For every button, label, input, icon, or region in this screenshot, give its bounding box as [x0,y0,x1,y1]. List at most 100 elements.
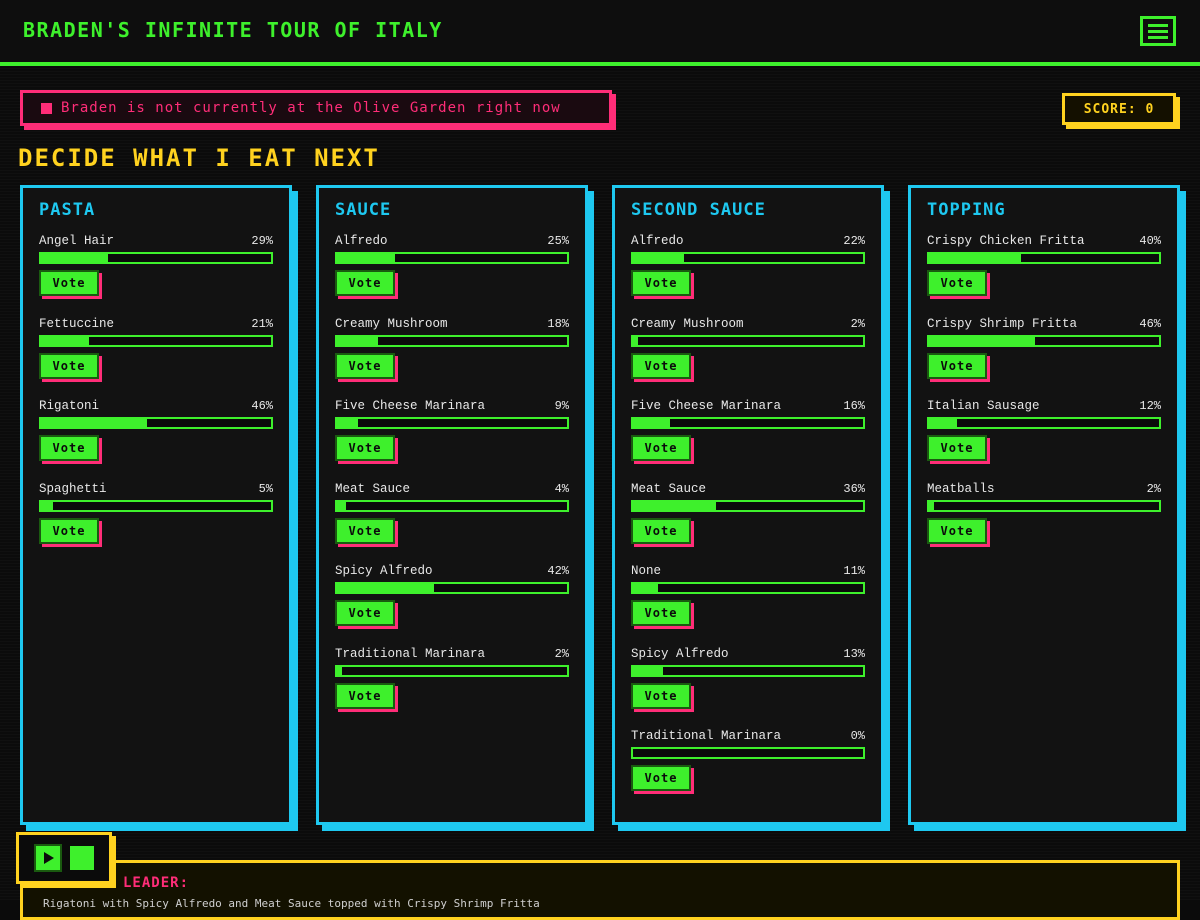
option-item: Alfredo 22% Vote [631,234,865,296]
vote-button[interactable]: Vote [927,435,987,461]
option-name: Creamy Mushroom [335,316,448,331]
vote-button[interactable]: Vote [335,517,395,544]
option-item: Spicy Alfredo 13% Vote [631,647,865,709]
progress-bar [335,334,569,347]
option-item: Alfredo 25% Vote [335,234,569,296]
option-percent: 29% [251,234,273,248]
progress-bar-fill [41,336,90,345]
page-heading: DECIDE WHAT I EAT NEXT [18,144,380,172]
option-percent: 2% [850,316,865,331]
progress-bar-fill [929,419,957,427]
vote-button[interactable]: Vote [631,765,691,791]
progress-bar-fill [337,666,342,675]
play-icon [44,852,54,864]
progress-bar [927,417,1161,429]
vote-button[interactable]: Vote [39,435,99,461]
option-percent: 46% [251,399,273,413]
score-display: SCORE: 0 [1062,93,1176,125]
option-item: Rigatoni 46% Vote [39,399,273,461]
column-topping: TOPPING Crispy Chicken Fritta 40% Vote Crisp… [908,185,1180,825]
option-percent: 21% [251,316,273,331]
leader-panel: LEADER: Rigatoni with Spicy Alfredo and … [20,860,1180,920]
vote-button[interactable]: Vote [927,270,987,296]
option-row: Traditional Marinara 2% [335,647,569,661]
column-pasta: PASTA Angel Hair 29% Vote Fettuccine 21% Vote R… [20,185,292,825]
progress-bar-fill [633,254,684,262]
column-title: SECOND SAUCE [631,200,766,220]
option-percent: 2% [1146,481,1161,496]
progress-bar-fill [633,666,663,675]
option-name: Meat Sauce [631,481,707,496]
leader-label: LEADER: [123,875,190,891]
progress-bar [927,252,1161,264]
progress-bar [927,499,1161,512]
menu-button[interactable] [1140,16,1176,46]
option-item: Spicy Alfredo 42% Vote [335,564,569,626]
option-percent: 9% [554,399,569,413]
vote-button[interactable]: Vote [335,435,395,461]
progress-bar [335,252,569,264]
vote-button[interactable]: Vote [39,517,99,544]
option-item: Traditional Marinara 2% Vote [335,647,569,709]
vote-button[interactable]: Vote [631,682,691,709]
option-item: Meat Sauce 36% Vote [631,482,865,544]
option-row: Alfredo 25% [335,234,569,248]
column-title: PASTA [39,200,96,220]
progress-bar-fill [633,336,638,345]
option-percent: 4% [554,481,569,496]
play-button[interactable] [34,844,62,872]
progress-bar [39,334,273,347]
progress-bar [335,417,569,429]
vote-button[interactable]: Vote [39,352,99,379]
stop-button[interactable] [70,846,94,870]
vote-button[interactable]: Vote [927,352,987,379]
option-name: None [631,564,662,578]
option-name: Crispy Chicken Fritta [927,234,1085,248]
option-row: Five Cheese Marinara 16% [631,399,865,413]
progress-bar-fill [929,336,1035,345]
vote-button[interactable]: Vote [631,352,691,379]
option-item: Five Cheese Marinara 16% Vote [631,399,865,461]
option-item: Creamy Mushroom 2% Vote [631,317,865,379]
column-title: SAUCE [335,200,392,220]
vote-button[interactable]: Vote [631,270,691,296]
option-row: Meat Sauce 4% [335,482,569,496]
vote-button[interactable]: Vote [39,270,99,296]
vote-button[interactable]: Vote [335,682,395,709]
progress-bar [631,664,865,677]
music-player [16,832,112,884]
vote-button[interactable]: Vote [631,435,691,461]
option-item: Italian Sausage 12% Vote [927,399,1161,461]
option-percent: 2% [554,646,569,661]
option-percent: 0% [850,729,865,743]
vote-button[interactable]: Vote [631,517,691,544]
option-name: Alfredo [335,234,388,248]
progress-bar-fill [633,419,670,427]
option-row: Crispy Shrimp Fritta 46% [927,317,1161,331]
column-second-sauce: SECOND SAUCE Alfredo 22% Vote Creamy Mushroo… [612,185,884,825]
option-item: Spaghetti 5% Vote [39,482,273,544]
vote-button[interactable]: Vote [631,600,691,626]
option-row: Meatballs 2% [927,482,1161,496]
progress-bar [39,417,273,429]
option-row: Alfredo 22% [631,234,865,248]
option-row: Creamy Mushroom 18% [335,317,569,331]
option-name: Five Cheese Marinara [631,399,782,413]
option-percent: 11% [843,564,865,578]
status-banner: Braden is not currently at the Olive Gar… [20,90,612,126]
option-name: Spicy Alfredo [631,646,729,661]
hamburger-icon [1148,23,1168,27]
vote-button[interactable]: Vote [335,352,395,379]
option-row: Fettuccine 21% [39,317,273,331]
vote-button[interactable]: Vote [335,270,395,296]
option-item: Crispy Chicken Fritta 40% Vote [927,234,1161,296]
option-row: Spaghetti 5% [39,482,273,496]
progress-bar-fill [337,336,379,345]
option-item: Angel Hair 29% Vote [39,234,273,296]
option-name: Italian Sausage [927,399,1040,413]
option-percent: 36% [843,481,865,496]
vote-button[interactable]: Vote [335,600,395,626]
vote-button[interactable]: Vote [927,517,987,544]
site-title: BRADEN'S INFINITE TOUR OF ITALY [23,18,443,42]
progress-bar-fill [633,501,716,510]
